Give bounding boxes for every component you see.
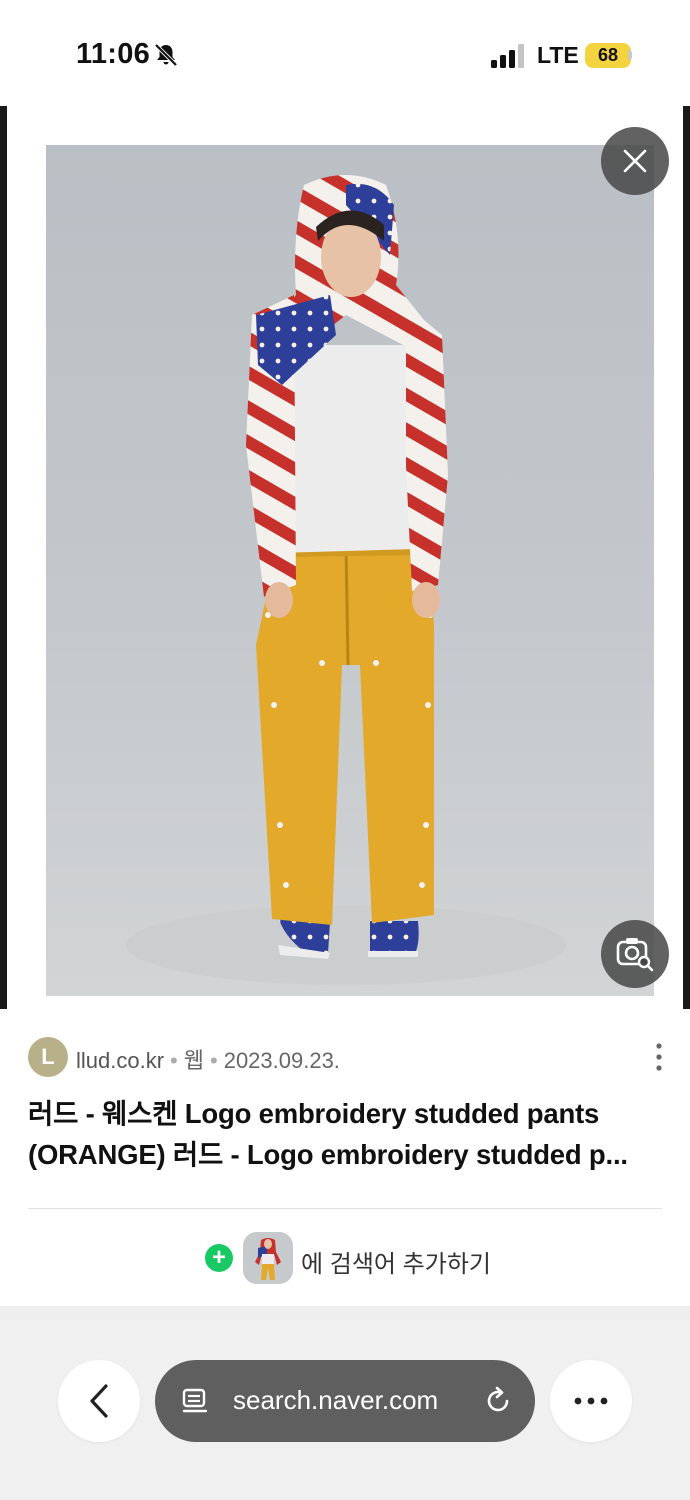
battery-icon: 68 <box>585 43 631 68</box>
add-search-keyword-button[interactable]: + 에 검색어 추가하기 <box>205 1232 505 1284</box>
result-photo[interactable] <box>46 145 654 996</box>
more-button[interactable] <box>550 1360 632 1442</box>
more-icon <box>574 1397 608 1405</box>
source-date: 2023.09.23. <box>223 1048 340 1073</box>
source-row[interactable]: L llud.co.kr • 웹 • 2023.09.23. <box>28 1037 668 1077</box>
viewer-edge-right <box>683 106 690 1009</box>
source-domain[interactable]: llud.co.kr <box>76 1048 164 1073</box>
bell-off-icon <box>154 43 178 67</box>
close-icon <box>623 149 647 173</box>
url-text: search.naver.com <box>233 1385 439 1415</box>
dot-separator: • <box>170 1048 178 1073</box>
photo-illustration <box>126 175 566 985</box>
lens-search-button[interactable] <box>601 920 669 988</box>
lens-search-icon <box>616 938 654 972</box>
back-button[interactable] <box>58 1360 140 1442</box>
browser-toolbar: search.naver.com <box>0 1320 690 1500</box>
divider <box>28 1208 662 1209</box>
status-bar: 11:06 LTE 68 <box>0 0 690 106</box>
keyword-thumbnail <box>243 1232 293 1284</box>
back-icon <box>90 1384 108 1418</box>
page-icon[interactable] <box>181 1387 209 1415</box>
result-title[interactable]: 러드 - 웨스켄 Logo embroidery studded pants (… <box>28 1093 668 1175</box>
dot-separator: • <box>210 1048 218 1073</box>
plus-icon: + <box>205 1244 233 1272</box>
address-bar[interactable]: search.naver.com <box>155 1360 535 1442</box>
status-time: 11:06 <box>76 38 151 70</box>
viewer-edge-left <box>0 106 7 1009</box>
source-category: 웹 <box>183 1048 204 1073</box>
battery-cap <box>628 50 632 60</box>
close-button[interactable] <box>601 127 669 195</box>
more-vert-icon[interactable] <box>652 1042 666 1072</box>
source-meta: llud.co.kr • 웹 • 2023.09.23. <box>76 1043 340 1075</box>
reload-icon[interactable] <box>483 1386 513 1416</box>
network-type: LTE <box>537 42 579 68</box>
signal-icon <box>491 44 524 68</box>
add-keyword-label: 에 검색어 추가하기 <box>301 1251 491 1278</box>
section-gap <box>0 1306 690 1320</box>
image-viewer <box>0 106 690 1009</box>
result-info: L llud.co.kr • 웹 • 2023.09.23. 러드 - 웨스켄 Logo… <box>0 1009 690 1306</box>
source-avatar: L <box>28 1037 68 1077</box>
